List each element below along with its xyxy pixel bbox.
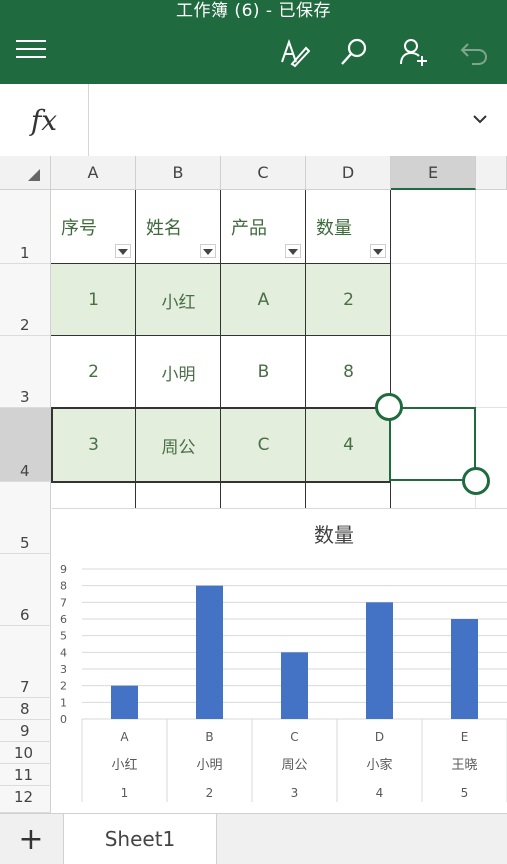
row-header-11[interactable]: 11 (0, 764, 51, 786)
row-header-10[interactable]: 10 (0, 742, 51, 764)
y-tick-label: 9 (60, 563, 67, 576)
table-border (51, 407, 53, 483)
column-header-e[interactable]: E (391, 156, 476, 190)
filter-dropdown-icon[interactable] (285, 244, 301, 258)
formula-bar: fx (0, 84, 507, 157)
chart-title: 数量 (314, 523, 354, 547)
bar[interactable] (111, 685, 138, 719)
row-header-4[interactable]: 4 (0, 408, 51, 482)
row-header-6[interactable]: 6 (0, 554, 51, 626)
bar[interactable] (196, 585, 223, 719)
filter-dropdown-icon[interactable] (200, 244, 216, 258)
app-bar: 工作簿 (6) - 已保存 (0, 0, 507, 84)
table-cell[interactable]: 小红 (136, 264, 221, 336)
x-tick-label: 周公 (281, 758, 307, 773)
search-icon[interactable] (338, 36, 370, 68)
table-cell[interactable]: 4 (306, 408, 391, 482)
x-tick-label: 3 (291, 786, 299, 800)
column-header-d[interactable]: D (306, 156, 391, 190)
y-tick-label: 5 (60, 630, 67, 643)
table-border (51, 407, 391, 409)
table-cell[interactable]: A (221, 264, 306, 336)
bar-chart[interactable]: 数量 0 1 2 3 4 5 6 7 8 9 A 小红 1 B 小明 2 C 周公 3 D 小家 4 E 王晓 5 (52, 508, 507, 809)
undo-icon[interactable] (458, 36, 490, 68)
x-tick-label: 4 (376, 786, 384, 800)
y-tick-label: 0 (60, 713, 67, 726)
x-tick-label: 小家 (366, 757, 392, 773)
x-tick-label: C (290, 730, 298, 744)
cell-selection-e4[interactable] (389, 407, 476, 481)
x-tick-label: 小红 (111, 757, 137, 773)
column-header-b[interactable]: B (136, 156, 221, 190)
row-header-1[interactable]: 1 (0, 190, 51, 264)
chart-canvas: 数量 0 1 2 3 4 5 6 7 8 9 A 小红 1 B 小明 2 C 周公 3 D 小家 4 E 王晓 5 (60, 523, 507, 802)
row-header-3[interactable]: 3 (0, 336, 51, 408)
x-tick-label: 5 (461, 786, 469, 800)
y-tick-label: 1 (60, 696, 67, 709)
row-header-9[interactable]: 9 (0, 720, 51, 742)
table-cell[interactable]: 2 (51, 336, 136, 408)
table-border (135, 190, 136, 508)
table-border (51, 481, 391, 483)
chevron-down-icon[interactable] (471, 110, 489, 128)
sheet-tab-sheet1[interactable]: Sheet1 (63, 814, 217, 864)
y-tick-label: 3 (60, 663, 67, 676)
x-tick-label: 2 (206, 786, 214, 800)
table-border (305, 190, 306, 508)
window-title: 工作簿 (6) - 已保存 (176, 1, 331, 21)
y-tick-label: 4 (60, 646, 67, 659)
bar[interactable] (451, 619, 478, 719)
select-all-corner[interactable] (0, 156, 51, 190)
filter-dropdown-icon[interactable] (370, 244, 386, 258)
table-border (51, 263, 391, 264)
selection-handle-top-left[interactable] (375, 393, 403, 421)
row-header-12[interactable]: 12 (0, 786, 51, 813)
selection-handle-bottom-right[interactable] (462, 467, 490, 495)
x-tick-label: 1 (121, 786, 129, 800)
column-header-a[interactable]: A (51, 156, 136, 190)
add-sheet-button[interactable]: + (0, 814, 62, 864)
formula-input[interactable] (96, 108, 456, 132)
row-header-5[interactable]: 5 (0, 482, 51, 554)
fx-label[interactable]: fx (0, 84, 89, 156)
row-header-7[interactable]: 7 (0, 626, 51, 698)
x-tick-label: D (375, 730, 384, 744)
table-cell[interactable]: 2 (306, 264, 391, 336)
row-header-8[interactable]: 8 (0, 698, 51, 720)
table-cell[interactable]: B (221, 336, 306, 408)
menu-icon[interactable] (16, 40, 46, 62)
table-border (220, 190, 221, 508)
row-header-2[interactable]: 2 (0, 264, 51, 336)
sheet-tab-bar: + Sheet1 (0, 813, 507, 864)
table-cell[interactable]: 小明 (136, 336, 221, 408)
y-tick-label: 2 (60, 680, 67, 693)
draw-pen-icon[interactable] (278, 36, 310, 68)
x-tick-label: 王晓 (451, 758, 477, 773)
bar[interactable] (366, 602, 393, 719)
table-cell[interactable]: 3 (51, 408, 136, 482)
x-tick-label: A (120, 730, 129, 744)
share-person-icon[interactable] (398, 36, 430, 68)
x-tick-label: B (205, 730, 213, 744)
column-header-c[interactable]: C (221, 156, 306, 190)
table-border (51, 335, 391, 336)
column-header-f[interactable] (476, 156, 507, 190)
table-cell[interactable]: 1 (51, 264, 136, 336)
y-tick-label: 6 (60, 613, 67, 626)
y-tick-label: 7 (60, 596, 67, 609)
x-tick-label: 小明 (196, 758, 222, 773)
y-tick-label: 8 (60, 580, 67, 593)
table-cell[interactable]: 周公 (136, 408, 221, 482)
bar[interactable] (281, 652, 308, 719)
filter-dropdown-icon[interactable] (115, 244, 131, 258)
x-tick-label: E (461, 730, 469, 744)
table-cell[interactable]: C (221, 408, 306, 482)
